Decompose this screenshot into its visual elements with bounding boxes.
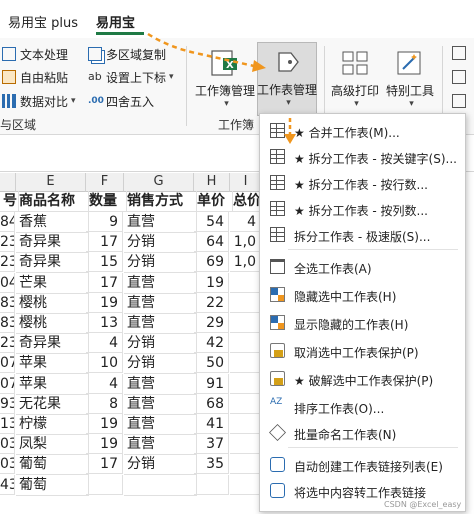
annotation-arrows — [147, 32, 296, 144]
annotation-arrowhead — [284, 134, 296, 144]
annotation-arrowhead — [252, 60, 266, 72]
annotation-arrow — [147, 32, 255, 68]
watermark: CSDN @Excel_easy — [384, 500, 462, 509]
